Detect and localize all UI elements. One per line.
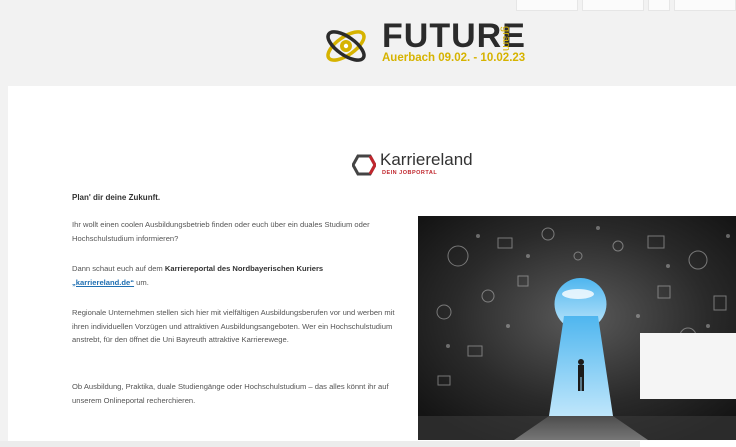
paragraph-2-suffix: um. <box>134 277 149 287</box>
top-tab[interactable] <box>516 0 578 11</box>
header-bar: FUTURE gram Auerbach 09.02. - 10.02.23 <box>0 0 736 86</box>
top-tab[interactable] <box>648 0 670 11</box>
portal-name: Karriereportal des Nordbayerischen Kurie… <box>164 264 324 273</box>
hexagon-icon <box>352 154 376 176</box>
paragraph-4: Ob Ausbildung, Praktika, duale Studiengä… <box>72 382 389 405</box>
paragraph-3: Regionale Unternehmen stellen sich hier … <box>72 308 395 345</box>
paragraph-2: Dann schaut euch auf dem Karriereportal … <box>72 262 408 289</box>
partner-name: Karriereland <box>380 150 473 169</box>
partner-tagline: DEIN JOBPORTAL <box>382 170 438 176</box>
overlay-panel <box>640 333 736 399</box>
event-logo[interactable]: FUTURE gram Auerbach 09.02. - 10.02.23 <box>322 17 532 72</box>
article-heading: Plan' dir deine Zukunft. <box>72 193 161 202</box>
karriereland-link[interactable]: „karriereland.de“ <box>72 278 134 287</box>
bottom-strip <box>0 441 640 447</box>
paragraph-1: Ihr wollt einen coolen Ausbildungsbetrie… <box>72 220 370 243</box>
partner-logo[interactable]: Karriereland DEIN JOBPORTAL <box>352 150 482 180</box>
top-tab[interactable] <box>582 0 644 11</box>
event-title-suffix: gram <box>500 26 512 52</box>
atom-icon <box>326 30 366 62</box>
career-keyhole-image <box>418 216 736 440</box>
paragraph-2-prefix: Dann schaut euch auf dem <box>72 264 165 273</box>
main-content: Karriereland DEIN JOBPORTAL Plan' dir de… <box>8 86 736 447</box>
event-subtitle: Auerbach 09.02. - 10.02.23 <box>382 52 526 64</box>
top-tab[interactable] <box>674 0 736 11</box>
top-tabs <box>516 0 736 11</box>
